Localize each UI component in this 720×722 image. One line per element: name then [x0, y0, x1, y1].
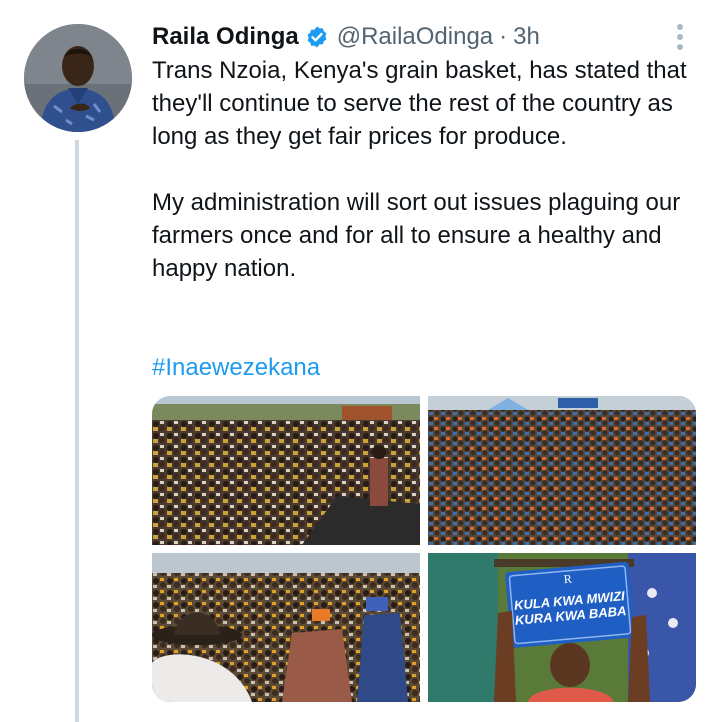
tweet[interactable]: Raila Odinga @RailaOdinga · 3h Trans Nzo…: [0, 0, 720, 722]
author-name[interactable]: Raila Odinga: [152, 23, 299, 51]
tweet-header: Raila Odinga @RailaOdinga · 3h: [152, 20, 540, 54]
verified-badge-icon: [305, 25, 329, 49]
more-options-icon[interactable]: [670, 22, 690, 52]
avatar-image: [24, 24, 132, 132]
media-grid: R KULA KWA MWIZI KURA KWA BABA: [152, 396, 696, 702]
svg-text:R: R: [563, 572, 572, 587]
thread-line: [75, 140, 79, 722]
avatar[interactable]: [24, 24, 132, 132]
tweet-text: Trans Nzoia, Kenya's grain basket, has s…: [152, 54, 702, 285]
tweet-timestamp[interactable]: 3h: [513, 23, 540, 51]
author-handle[interactable]: @RailaOdinga: [337, 23, 493, 51]
separator-dot: ·: [499, 23, 508, 50]
supporter-sign-photo[interactable]: R KULA KWA MWIZI KURA KWA BABA: [428, 553, 696, 702]
tweet-paragraph: Trans Nzoia, Kenya's grain basket, has s…: [152, 57, 687, 150]
crowd-rally-photo[interactable]: [152, 396, 420, 545]
crowd-aerial-photo[interactable]: [428, 396, 696, 545]
hashtag-link[interactable]: #Inaewezekana: [152, 351, 320, 384]
tweet-paragraph: My administration will sort out issues p…: [152, 189, 681, 282]
crowd-hats-photo[interactable]: [152, 553, 420, 702]
